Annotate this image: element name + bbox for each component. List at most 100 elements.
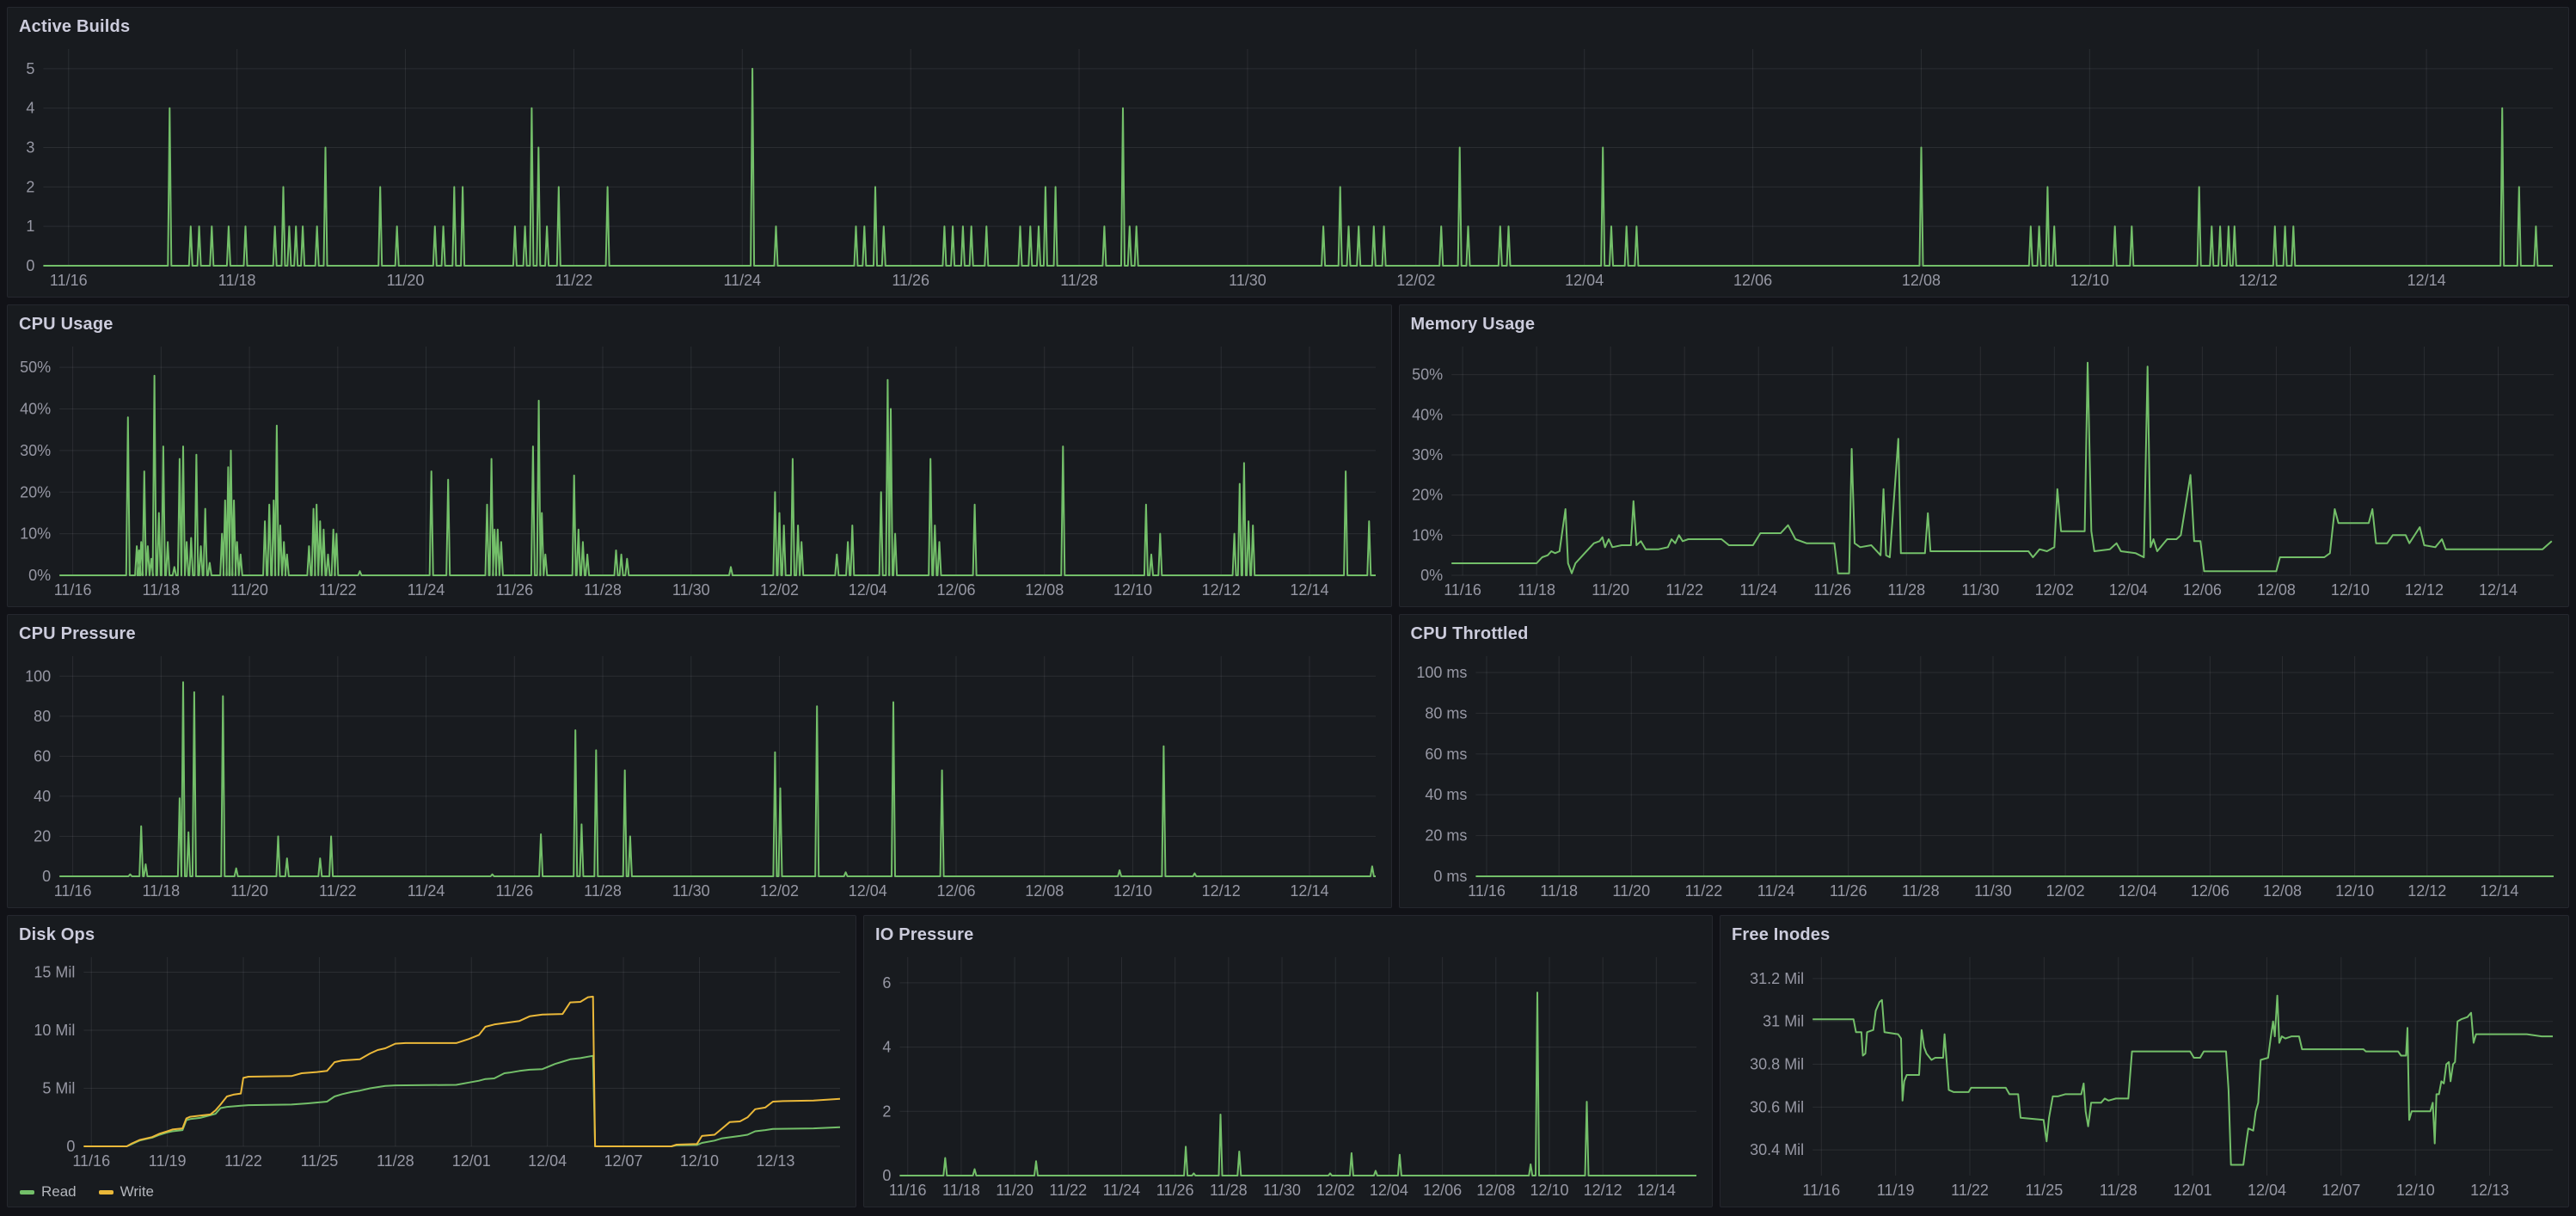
svg-text:11/26: 11/26 — [495, 882, 533, 900]
legend-swatch-read-icon — [20, 1190, 34, 1195]
svg-text:12/14: 12/14 — [1290, 882, 1328, 900]
svg-text:11/25: 11/25 — [2026, 1182, 2064, 1199]
svg-text:30.4 Mil: 30.4 Mil — [1750, 1141, 1804, 1158]
panel-title-cpu-usage[interactable]: CPU Usage — [8, 305, 1391, 335]
svg-text:11/24: 11/24 — [1103, 1182, 1141, 1199]
svg-text:12/06: 12/06 — [2182, 581, 2221, 599]
svg-text:12/10: 12/10 — [1113, 581, 1152, 599]
svg-text:11/18: 11/18 — [218, 272, 256, 289]
svg-text:11/30: 11/30 — [672, 882, 710, 900]
svg-text:11/28: 11/28 — [1887, 581, 1925, 599]
svg-text:20 ms: 20 ms — [1425, 827, 1467, 844]
svg-text:12/10: 12/10 — [2330, 581, 2369, 599]
svg-text:0%: 0% — [28, 567, 51, 584]
svg-text:11/20: 11/20 — [230, 581, 268, 599]
svg-text:11/28: 11/28 — [1901, 882, 1939, 900]
svg-text:12/14: 12/14 — [2478, 581, 2517, 599]
chart-disk-ops[interactable]: 11/1611/1911/2211/2511/2812/0112/0412/07… — [9, 950, 854, 1172]
svg-text:11/28: 11/28 — [1210, 1182, 1248, 1199]
svg-text:12/04: 12/04 — [2108, 581, 2147, 599]
svg-text:11/26: 11/26 — [1813, 581, 1851, 599]
svg-text:60: 60 — [34, 747, 51, 765]
svg-text:11/20: 11/20 — [1612, 882, 1650, 900]
svg-text:11/28: 11/28 — [584, 581, 622, 599]
panel-active-builds: Active Builds 11/1611/1811/2011/2211/241… — [7, 7, 2569, 298]
svg-text:11/18: 11/18 — [142, 882, 180, 900]
svg-text:12/12: 12/12 — [2404, 581, 2443, 599]
panel-title-cpu-throttled[interactable]: CPU Throttled — [1400, 615, 2569, 645]
legend-item-write[interactable]: Write — [99, 1183, 154, 1201]
panel-cpu-pressure: CPU Pressure 11/1611/1811/2011/2211/2411… — [7, 614, 1392, 908]
svg-text:11/28: 11/28 — [584, 882, 622, 900]
svg-text:12/12: 12/12 — [1202, 581, 1241, 599]
svg-text:12/07: 12/07 — [604, 1152, 643, 1170]
svg-text:11/16: 11/16 — [1468, 882, 1506, 900]
svg-text:11/22: 11/22 — [1049, 1182, 1087, 1199]
panel-title-io-pressure[interactable]: IO Pressure — [864, 916, 1712, 946]
svg-text:12/14: 12/14 — [2480, 882, 2518, 900]
svg-text:0 ms: 0 ms — [1433, 868, 1467, 885]
svg-text:100: 100 — [25, 667, 51, 685]
svg-text:5: 5 — [26, 60, 34, 77]
svg-text:12/04: 12/04 — [528, 1152, 567, 1170]
svg-text:31 Mil: 31 Mil — [1763, 1013, 1804, 1030]
legend-disk-ops: Read Write — [20, 1183, 154, 1201]
chart-active-builds[interactable]: 11/1611/1811/2011/2211/2411/2611/2811/30… — [9, 42, 2567, 292]
svg-text:11/26: 11/26 — [495, 581, 533, 599]
svg-text:40%: 40% — [20, 401, 51, 418]
panel-title-memory-usage[interactable]: Memory Usage — [1400, 305, 2569, 335]
svg-text:80: 80 — [34, 708, 51, 725]
svg-text:11/20: 11/20 — [1592, 581, 1629, 599]
svg-text:11/28: 11/28 — [1060, 272, 1098, 289]
chart-memory-usage[interactable]: 11/1611/1811/2011/2211/2411/2611/2811/30… — [1401, 340, 2567, 601]
svg-text:11/16: 11/16 — [1802, 1182, 1840, 1199]
chart-free-inodes[interactable]: 11/1611/1911/2211/2511/2812/0112/0412/07… — [1722, 950, 2567, 1201]
svg-text:12/10: 12/10 — [680, 1152, 719, 1170]
panel-title-disk-ops[interactable]: Disk Ops — [8, 916, 856, 946]
svg-text:11/16: 11/16 — [889, 1182, 927, 1199]
svg-text:20%: 20% — [20, 483, 51, 501]
chart-cpu-usage[interactable]: 11/1611/1811/2011/2211/2411/2611/2811/30… — [9, 340, 1389, 601]
svg-text:0: 0 — [26, 257, 34, 274]
legend-swatch-write-icon — [99, 1190, 113, 1195]
svg-text:12/04: 12/04 — [1370, 1182, 1408, 1199]
svg-text:12/06: 12/06 — [936, 882, 975, 900]
panel-free-inodes: Free Inodes 11/1611/1911/2211/2511/2812/… — [1720, 915, 2569, 1207]
svg-text:10%: 10% — [1412, 526, 1443, 544]
svg-text:50%: 50% — [1412, 366, 1443, 384]
svg-text:11/24: 11/24 — [408, 581, 445, 599]
svg-text:12/10: 12/10 — [1530, 1182, 1568, 1199]
grafana-dashboard: Active Builds 11/1611/1811/2011/2211/241… — [0, 0, 2576, 1216]
svg-text:60 ms: 60 ms — [1425, 746, 1467, 763]
chart-cpu-throttled[interactable]: 11/1611/1811/2011/2211/2411/2611/2811/30… — [1401, 649, 2567, 902]
svg-text:12/10: 12/10 — [1113, 882, 1152, 900]
panel-title-free-inodes[interactable]: Free Inodes — [1720, 916, 2568, 946]
svg-text:12/04: 12/04 — [849, 581, 887, 599]
chart-io-pressure[interactable]: 11/1611/1811/2011/2211/2411/2611/2811/30… — [866, 950, 1710, 1201]
svg-text:12/10: 12/10 — [2396, 1182, 2435, 1199]
panel-disk-ops: Disk Ops 11/1611/1911/2211/2511/2812/011… — [7, 915, 856, 1207]
svg-text:12/08: 12/08 — [1476, 1182, 1515, 1199]
legend-item-read[interactable]: Read — [20, 1183, 77, 1201]
svg-text:11/24: 11/24 — [1739, 581, 1777, 599]
svg-text:40: 40 — [34, 788, 51, 805]
svg-text:11/22: 11/22 — [555, 272, 593, 289]
svg-text:2: 2 — [882, 1102, 891, 1120]
panel-cpu-usage: CPU Usage 11/1611/1811/2011/2211/2411/26… — [7, 304, 1392, 607]
svg-text:11/24: 11/24 — [408, 882, 445, 900]
svg-text:12/10: 12/10 — [2335, 882, 2374, 900]
svg-text:12/13: 12/13 — [2470, 1182, 2509, 1199]
panel-title-active-builds[interactable]: Active Builds — [8, 8, 2568, 38]
svg-text:11/28: 11/28 — [377, 1152, 414, 1170]
svg-text:12/02: 12/02 — [1396, 272, 1435, 289]
panel-title-cpu-pressure[interactable]: CPU Pressure — [8, 615, 1391, 645]
chart-cpu-pressure[interactable]: 11/1611/1811/2011/2211/2411/2611/2811/30… — [9, 649, 1389, 902]
svg-text:11/20: 11/20 — [996, 1182, 1033, 1199]
svg-text:10%: 10% — [20, 525, 51, 543]
svg-text:11/22: 11/22 — [319, 581, 357, 599]
svg-text:1: 1 — [26, 218, 34, 235]
svg-text:11/28: 11/28 — [2100, 1182, 2137, 1199]
svg-text:12/04: 12/04 — [2248, 1182, 2286, 1199]
svg-text:0%: 0% — [1420, 567, 1443, 584]
legend-label-write: Write — [120, 1183, 154, 1201]
